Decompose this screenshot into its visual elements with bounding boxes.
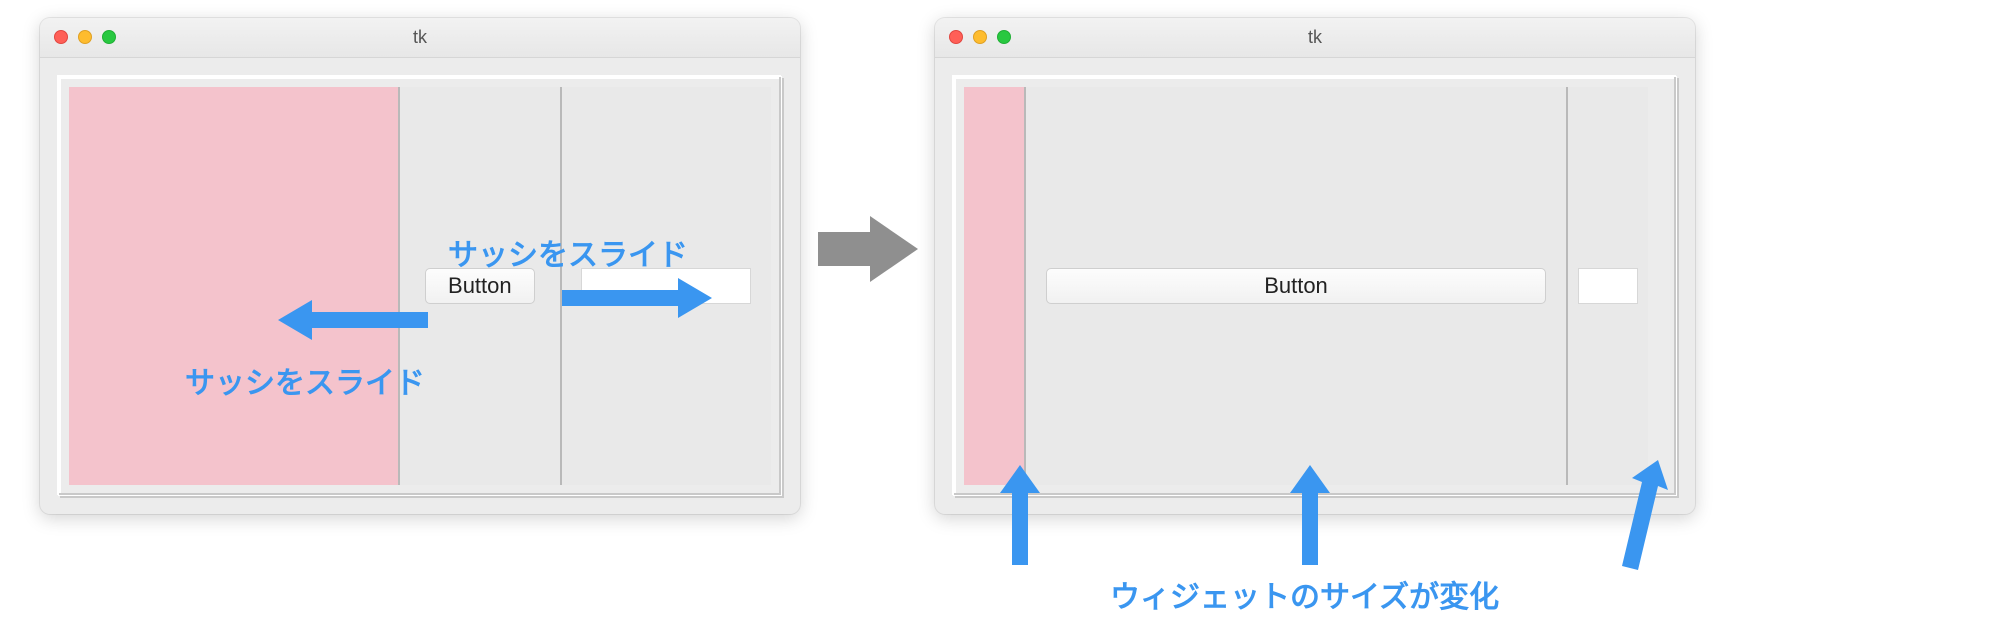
annotation-slide-right: サッシをスライド: [448, 230, 688, 274]
arrow-left-icon: [278, 290, 428, 350]
paned-window: Button: [953, 76, 1677, 496]
pane-button: Button: [1026, 87, 1566, 485]
titlebar-right[interactable]: tk: [935, 18, 1695, 58]
entry-widget[interactable]: [1578, 268, 1638, 304]
close-icon[interactable]: [54, 30, 68, 44]
canvas-widget[interactable]: [69, 87, 398, 485]
minimize-icon[interactable]: [78, 30, 92, 44]
minimize-icon[interactable]: [973, 30, 987, 44]
titlebar-left[interactable]: tk: [40, 18, 800, 58]
pane-canvas: [964, 87, 1024, 485]
annotation-slide-left: サッシをスライド: [185, 358, 425, 402]
window-title: tk: [40, 27, 800, 48]
arrow-up-2-icon: [1290, 465, 1330, 565]
pane-button: Button: [400, 87, 560, 485]
pane-canvas: [69, 87, 398, 485]
arrow-up-3-icon: [1608, 460, 1668, 570]
pane-entry: [1568, 87, 1648, 485]
transition-arrow-icon: [818, 200, 918, 305]
arrow-right-icon: [562, 268, 712, 328]
button-widget[interactable]: Button: [1046, 268, 1546, 304]
arrow-up-1-icon: [1000, 465, 1040, 565]
canvas-widget[interactable]: [964, 87, 1024, 485]
window-title: tk: [935, 27, 1695, 48]
window-right: tk Button: [935, 18, 1695, 514]
annotation-size-change: ウィジェットのサイズが変化: [1110, 572, 1499, 616]
zoom-icon[interactable]: [102, 30, 116, 44]
zoom-icon[interactable]: [997, 30, 1011, 44]
close-icon[interactable]: [949, 30, 963, 44]
